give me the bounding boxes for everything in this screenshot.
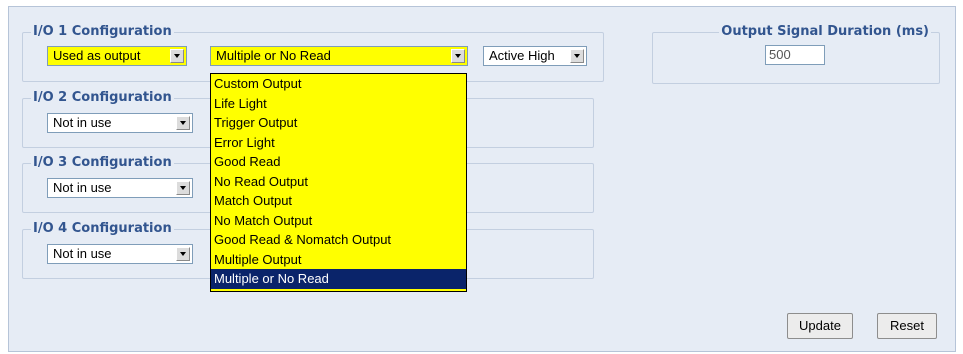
- io3-legend: I/O 3 Configuration: [31, 155, 174, 171]
- chevron-down-icon[interactable]: [170, 49, 184, 63]
- io1-polarity-value: Active High: [489, 48, 555, 63]
- io1-mode-value: Used as output: [53, 48, 141, 63]
- dropdown-option[interactable]: No Read Output: [211, 172, 466, 192]
- output-duration-input[interactable]: 500: [765, 45, 825, 65]
- chevron-down-icon[interactable]: [176, 181, 190, 195]
- io2-mode-select[interactable]: Not in use: [47, 113, 193, 133]
- io4-legend: I/O 4 Configuration: [31, 221, 174, 237]
- io2-mode-value: Not in use: [53, 115, 112, 130]
- io-configuration-panel: I/O 1 Configuration Used as output Multi…: [8, 6, 956, 352]
- chevron-down-icon[interactable]: [176, 247, 190, 261]
- io1-function-value: Multiple or No Read: [216, 48, 331, 63]
- output-duration-group: Output Signal Duration (ms) 500: [652, 24, 940, 84]
- dropdown-option[interactable]: Multiple Output: [211, 250, 466, 270]
- dropdown-option[interactable]: No Match Output: [211, 211, 466, 231]
- io3-mode-select[interactable]: Not in use: [47, 178, 193, 198]
- io1-mode-select[interactable]: Used as output: [47, 46, 187, 66]
- reset-button[interactable]: Reset: [877, 313, 937, 339]
- output-duration-legend: Output Signal Duration (ms): [719, 24, 931, 40]
- dropdown-option-selected[interactable]: Multiple or No Read: [211, 269, 466, 289]
- io1-legend: I/O 1 Configuration: [31, 24, 174, 40]
- io1-polarity-select[interactable]: Active High: [483, 46, 587, 66]
- dropdown-option[interactable]: Error Light: [211, 133, 466, 153]
- io4-mode-select[interactable]: Not in use: [47, 244, 193, 264]
- io1-function-dropdown-list: Custom Output Life Light Trigger Output …: [210, 73, 467, 292]
- chevron-down-icon[interactable]: [570, 49, 584, 63]
- io4-mode-value: Not in use: [53, 246, 112, 261]
- io3-mode-value: Not in use: [53, 180, 112, 195]
- dropdown-option[interactable]: Trigger Output: [211, 113, 466, 133]
- io1-function-select[interactable]: Multiple or No Read: [210, 46, 468, 66]
- dropdown-option[interactable]: Life Light: [211, 94, 466, 114]
- dropdown-option[interactable]: Good Read & Nomatch Output: [211, 230, 466, 250]
- chevron-down-icon[interactable]: [451, 49, 465, 63]
- chevron-down-icon[interactable]: [176, 116, 190, 130]
- dropdown-option[interactable]: Custom Output: [211, 74, 466, 94]
- update-button[interactable]: Update: [787, 313, 853, 339]
- io2-legend: I/O 2 Configuration: [31, 90, 174, 106]
- dropdown-option[interactable]: Good Read: [211, 152, 466, 172]
- dropdown-option[interactable]: Match Output: [211, 191, 466, 211]
